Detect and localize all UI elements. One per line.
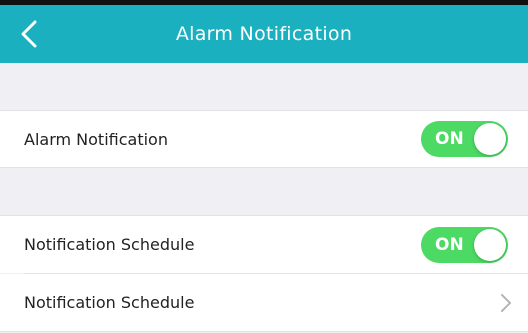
nav-header: Alarm Notification [0,5,528,63]
alarm-notification-toggle[interactable]: ON [421,121,508,157]
toggle-state-text: ON [435,129,464,149]
section-spacer [0,63,528,110]
notification-schedule-label: Notification Schedule [24,235,195,254]
toggle-knob [474,123,506,155]
notification-schedule-link-label: Notification Schedule [24,293,195,312]
chevron-left-icon [21,20,37,48]
toggle-state-text: ON [435,234,464,255]
alarm-notification-label: Alarm Notification [24,129,168,149]
notification-schedule-toggle-row: Notification Schedule ON [0,215,528,273]
notification-schedule-toggle[interactable]: ON [421,226,508,263]
chevron-right-icon [501,294,511,312]
notification-schedule-link-row[interactable]: Notification Schedule [0,274,528,332]
page-title: Alarm Notification [175,23,353,45]
alarm-notification-row: Alarm Notification ON [0,110,528,168]
toggle-knob [474,228,506,261]
back-button[interactable] [14,18,44,50]
